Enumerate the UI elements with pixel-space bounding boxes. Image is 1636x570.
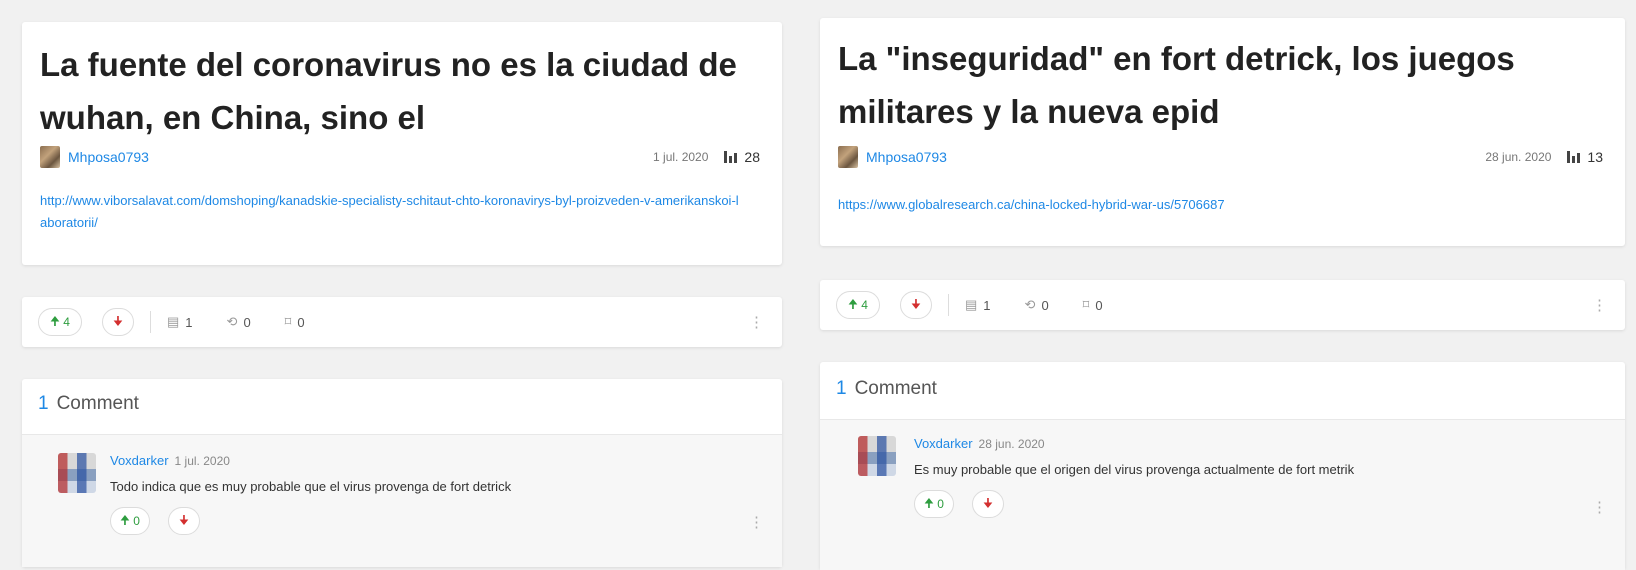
comments-header: 1 Comment — [836, 378, 937, 399]
comment-downvote-button[interactable]: 🠋 — [168, 507, 200, 535]
post-card: La fuente del coronavirus no es la ciuda… — [22, 22, 782, 265]
comment-item: Voxdarker 1 jul. 2020 Todo indica que es … — [22, 434, 782, 567]
author-avatar[interactable] — [40, 146, 60, 168]
action-bar: 🠉 4 🠋 ▤ 1 ⟲ 0 ⌑ 0 ⋮ — [22, 297, 782, 347]
action-bar: 🠉 4 🠋 ▤ 1 ⟲ 0 ⌑ 0 ⋮ — [820, 280, 1625, 330]
comment-author: Voxdarker 28 jun. 2020 — [914, 436, 1045, 451]
arrow-down-icon: 🠋 — [179, 512, 189, 527]
comment-more-icon[interactable]: ⋮ — [1592, 498, 1607, 516]
comment-upvote-button[interactable]: 🠉 0 — [110, 507, 150, 535]
arrow-down-icon: 🠋 — [113, 313, 123, 328]
bookmark-icon: ⌑ — [284, 314, 292, 329]
downvote-button[interactable]: 🠋 — [900, 291, 932, 319]
arrow-down-icon: 🠋 — [983, 495, 993, 510]
arrow-up-icon: 🠉 — [50, 313, 60, 328]
bookmarks-stat[interactable]: ⌑ 0 — [285, 314, 305, 330]
arrow-up-icon: 🠉 — [120, 512, 130, 527]
more-options-icon[interactable]: ⋮ — [749, 313, 764, 331]
post-title[interactable]: La "inseguridad" en fort detrick, los ju… — [838, 32, 1607, 138]
views-count: 28 — [724, 149, 760, 165]
bar-chart-icon — [724, 151, 738, 163]
comment-downvote-button[interactable]: 🠋 — [972, 490, 1004, 518]
upvote-button[interactable]: 🠉 4 — [38, 308, 82, 336]
author-link[interactable]: Mhposa0793 — [68, 149, 149, 165]
comments-stat[interactable]: ▤ 1 — [965, 297, 991, 313]
bookmark-icon: ⌑ — [1082, 297, 1090, 312]
comment-actions: 🠉 0 🠋 — [110, 507, 200, 535]
comment-text: Todo indica que es muy probable que el v… — [110, 479, 512, 494]
divider — [948, 294, 949, 316]
post-meta: Mhposa0793 28 jun. 2020 13 — [838, 144, 1603, 170]
comment-text: Es muy probable que el origen del virus … — [914, 462, 1355, 477]
comment-icon: ▤ — [965, 297, 978, 312]
screenshot-canvas: La fuente del coronavirus no es la ciuda… — [0, 0, 1636, 570]
downvote-button[interactable]: 🠋 — [102, 308, 134, 336]
reposts-stat[interactable]: ⟲ 0 — [1025, 297, 1049, 313]
comment-actions: 🠉 0 🠋 — [914, 490, 1004, 518]
comments-header: 1 Comment — [38, 393, 139, 414]
comment-item: Voxdarker 28 jun. 2020 Es muy probable qu… — [820, 419, 1625, 570]
comment-more-icon[interactable]: ⋮ — [749, 513, 764, 531]
post-title[interactable]: La fuente del coronavirus no es la ciuda… — [40, 38, 764, 144]
arrow-up-icon: 🠉 — [924, 495, 934, 510]
bar-chart-icon — [1567, 151, 1581, 163]
upvote-button[interactable]: 🠉 4 — [836, 291, 880, 319]
source-link[interactable]: https://www.globalresearch.ca/china-lock… — [838, 194, 1585, 216]
arrow-up-icon: 🠉 — [848, 296, 858, 311]
comment-upvote-button[interactable]: 🠉 0 — [914, 490, 954, 518]
comments-stat[interactable]: ▤ 1 — [167, 314, 193, 330]
views-count: 13 — [1567, 149, 1603, 165]
commenter-avatar[interactable] — [58, 453, 96, 493]
bookmarks-stat[interactable]: ⌑ 0 — [1083, 297, 1103, 313]
post-panel-right: La "inseguridad" en fort detrick, los ju… — [820, 18, 1625, 570]
post-meta: Mhposa0793 1 jul. 2020 28 — [40, 144, 760, 170]
comments-section: 1 Comment Voxdarker 1 jul. 2020 Todo indic… — [22, 379, 782, 567]
more-options-icon[interactable]: ⋮ — [1592, 296, 1607, 314]
comment-author: Voxdarker 1 jul. 2020 — [110, 453, 230, 468]
commenter-avatar[interactable] — [858, 436, 896, 476]
author-avatar[interactable] — [838, 146, 858, 168]
comments-section: 1 Comment Voxdarker 28 jun. 2020 Es muy pr… — [820, 362, 1625, 570]
comment-icon: ▤ — [167, 314, 180, 329]
post-date: 28 jun. 2020 — [1485, 150, 1552, 164]
arrow-down-icon: 🠋 — [911, 296, 921, 311]
source-link[interactable]: http://www.viborsalavat.com/domshoping/k… — [40, 190, 742, 234]
post-card: La "inseguridad" en fort detrick, los ju… — [820, 18, 1625, 246]
author-link[interactable]: Mhposa0793 — [866, 149, 947, 165]
post-date: 1 jul. 2020 — [653, 150, 709, 164]
repost-icon: ⟲ — [226, 314, 238, 329]
post-panel-left: La fuente del coronavirus no es la ciuda… — [22, 22, 782, 567]
repost-icon: ⟲ — [1024, 297, 1036, 312]
divider — [150, 311, 151, 333]
reposts-stat[interactable]: ⟲ 0 — [227, 314, 251, 330]
